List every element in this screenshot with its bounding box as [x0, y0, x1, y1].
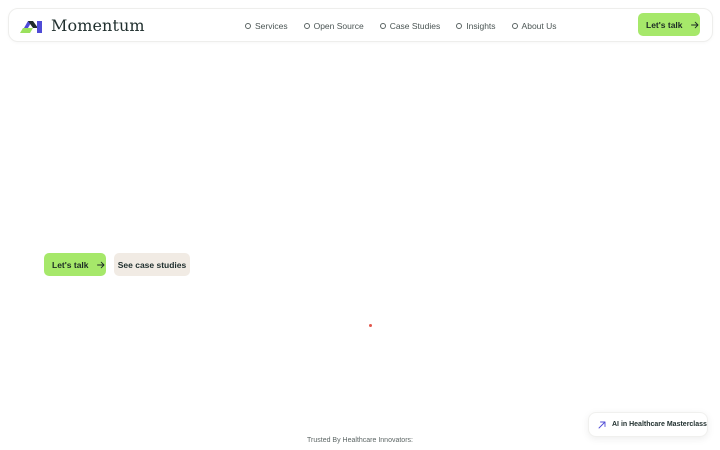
nav-item-open-source[interactable]: Open Source — [303, 21, 364, 31]
circle-icon — [245, 23, 251, 29]
circle-icon — [511, 23, 518, 29]
circle-icon — [379, 23, 386, 29]
nav-item-label: Insights — [466, 21, 496, 31]
main-nav: Services Open Source Case Studies Insigh… — [245, 19, 557, 33]
trusted-by-label: Trusted By Healthcare Innovators: — [307, 437, 413, 444]
nav-item-label: Case Studies — [389, 21, 441, 31]
arrow-up-right-icon — [598, 421, 606, 428]
masterclass-promo-link[interactable]: AI in Healthcare Masterclass — [588, 412, 708, 437]
nav-item-case-studies[interactable]: Case Studies — [379, 21, 441, 31]
button-label: See case studies — [117, 259, 187, 270]
button-label: Let's talk — [52, 259, 89, 270]
arrow-right-icon — [96, 261, 104, 268]
circle-icon — [303, 23, 310, 29]
nav-item-services[interactable]: Services — [245, 21, 288, 31]
header-lets-talk-button[interactable]: Let's talk — [638, 13, 700, 36]
nav-item-insights[interactable]: Insights — [456, 21, 496, 31]
nav-item-label: Services — [255, 21, 288, 31]
momentum-logo-icon — [20, 20, 42, 33]
loading-dot — [369, 324, 372, 327]
arrow-right-icon — [690, 21, 698, 28]
promo-label: AI in Healthcare Masterclass — [612, 421, 707, 428]
site-header: Momentum Services Open Source Case Studi… — [8, 8, 713, 42]
brand-link[interactable]: Momentum — [20, 17, 145, 34]
brand-name: Momentum — [51, 16, 145, 35]
page: Momentum Services Open Source Case Studi… — [0, 0, 720, 450]
see-case-studies-button[interactable]: See case studies — [114, 253, 190, 276]
hero-lets-talk-button[interactable]: Let's talk — [44, 253, 106, 276]
nav-item-about-us[interactable]: About Us — [511, 21, 557, 31]
circle-icon — [456, 23, 463, 29]
nav-item-label: About Us — [521, 21, 557, 31]
nav-item-label: Open Source — [313, 21, 364, 31]
button-label: Let's talk — [646, 19, 683, 30]
